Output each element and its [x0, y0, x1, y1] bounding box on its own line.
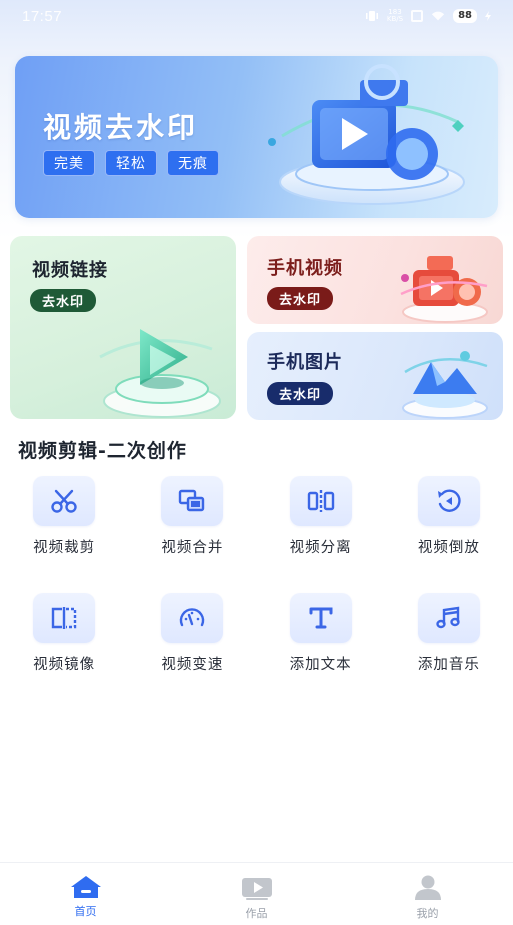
tool-label: 视频倒放	[417, 540, 480, 556]
link-play-illustration	[99, 329, 221, 418]
hero-banner-remove-watermark[interactable]: 视频去水印 完美 轻松 无痕	[15, 56, 498, 218]
net-speed: 183 KB/S	[386, 8, 404, 23]
video-camera-illustration	[268, 64, 465, 205]
card-title: 手机视频	[267, 258, 343, 279]
tool-icon-box	[33, 476, 96, 526]
card-video-link[interactable]: 视频链接 去水印	[10, 236, 236, 419]
hero-tag: 无痕	[167, 150, 219, 176]
status-icons: 183 KB/S 88	[365, 9, 491, 23]
tool-video-reverse[interactable]: 视频倒放	[385, 476, 513, 557]
vibrate-icon	[365, 11, 378, 21]
nav-label: 我的	[416, 907, 439, 920]
red-video-camera-illustration	[400, 256, 488, 323]
tool-video-mirror[interactable]: 视频镜像	[0, 593, 128, 674]
hero-title: 视频去水印	[43, 111, 199, 144]
tool-icon-box	[417, 476, 480, 526]
tool-video-split[interactable]: 视频分离	[257, 476, 385, 557]
card-phone-image[interactable]: 手机图片 去水印	[247, 332, 503, 420]
notification-icon	[411, 10, 424, 22]
tool-label: 视频裁剪	[33, 540, 96, 556]
tool-label: 视频变速	[161, 657, 224, 673]
nav-works[interactable]: 作品	[171, 863, 342, 925]
tool-add-text[interactable]: 添加文本	[257, 593, 385, 674]
remove-watermark-button[interactable]: 去水印	[267, 287, 334, 310]
remove-watermark-button[interactable]: 去水印	[267, 382, 334, 405]
card-title: 视频链接	[32, 260, 108, 281]
card-phone-video[interactable]: 手机视频 去水印	[247, 236, 503, 324]
tool-label: 视频分离	[289, 540, 352, 556]
text-icon	[309, 607, 333, 629]
tool-label: 添加音乐	[417, 657, 480, 673]
tool-label: 视频镜像	[33, 657, 96, 673]
hero-tag: 完美	[43, 150, 95, 176]
tools-grid: 视频裁剪 视频合并 视频分离 视频倒放 视频镜像 视频变速 添加文本 添加音乐	[0, 476, 513, 674]
user-icon	[414, 875, 441, 900]
tool-icon-box	[289, 593, 352, 643]
tool-video-crop[interactable]: 视频裁剪	[0, 476, 128, 557]
merge-icon	[179, 489, 205, 512]
music-icon	[436, 606, 460, 629]
card-title: 手机图片	[267, 352, 343, 373]
status-time: 17:57	[22, 7, 63, 25]
tool-icon-box	[289, 476, 352, 526]
home-icon	[70, 876, 101, 898]
image-mountain-illustration	[402, 351, 488, 419]
status-bar: 17:57 183 KB/S 88	[0, 0, 513, 32]
nav-profile[interactable]: 我的	[342, 863, 513, 925]
charging-icon	[485, 11, 491, 21]
tool-icon-box	[417, 593, 480, 643]
mirror-icon	[51, 607, 77, 629]
play-box-icon	[241, 878, 272, 900]
tool-icon-box	[161, 476, 224, 526]
battery-indicator: 88	[453, 9, 477, 23]
scissors-icon	[51, 489, 77, 513]
bottom-nav: 首页 作品 我的	[0, 862, 513, 925]
nav-home[interactable]: 首页	[0, 863, 171, 925]
tool-video-speed[interactable]: 视频变速	[128, 593, 256, 674]
hero-tag: 轻松	[105, 150, 157, 176]
tool-video-merge[interactable]: 视频合并	[128, 476, 256, 557]
tool-label: 添加文本	[289, 657, 352, 673]
split-icon	[307, 490, 334, 512]
remove-watermark-button[interactable]: 去水印	[30, 289, 97, 312]
wifi-icon	[431, 11, 445, 21]
tool-add-music[interactable]: 添加音乐	[385, 593, 513, 674]
hero-tags: 完美 轻松 无痕	[43, 150, 219, 176]
nav-label: 作品	[245, 907, 268, 920]
tool-label: 视频合并	[161, 540, 224, 556]
section-title-video-editing: 视频剪辑-二次创作	[18, 440, 187, 462]
rewind-icon	[437, 489, 461, 512]
tool-icon-box	[161, 593, 224, 643]
tool-icon-box	[33, 593, 96, 643]
nav-label: 首页	[74, 905, 97, 918]
speedometer-icon	[180, 608, 205, 627]
